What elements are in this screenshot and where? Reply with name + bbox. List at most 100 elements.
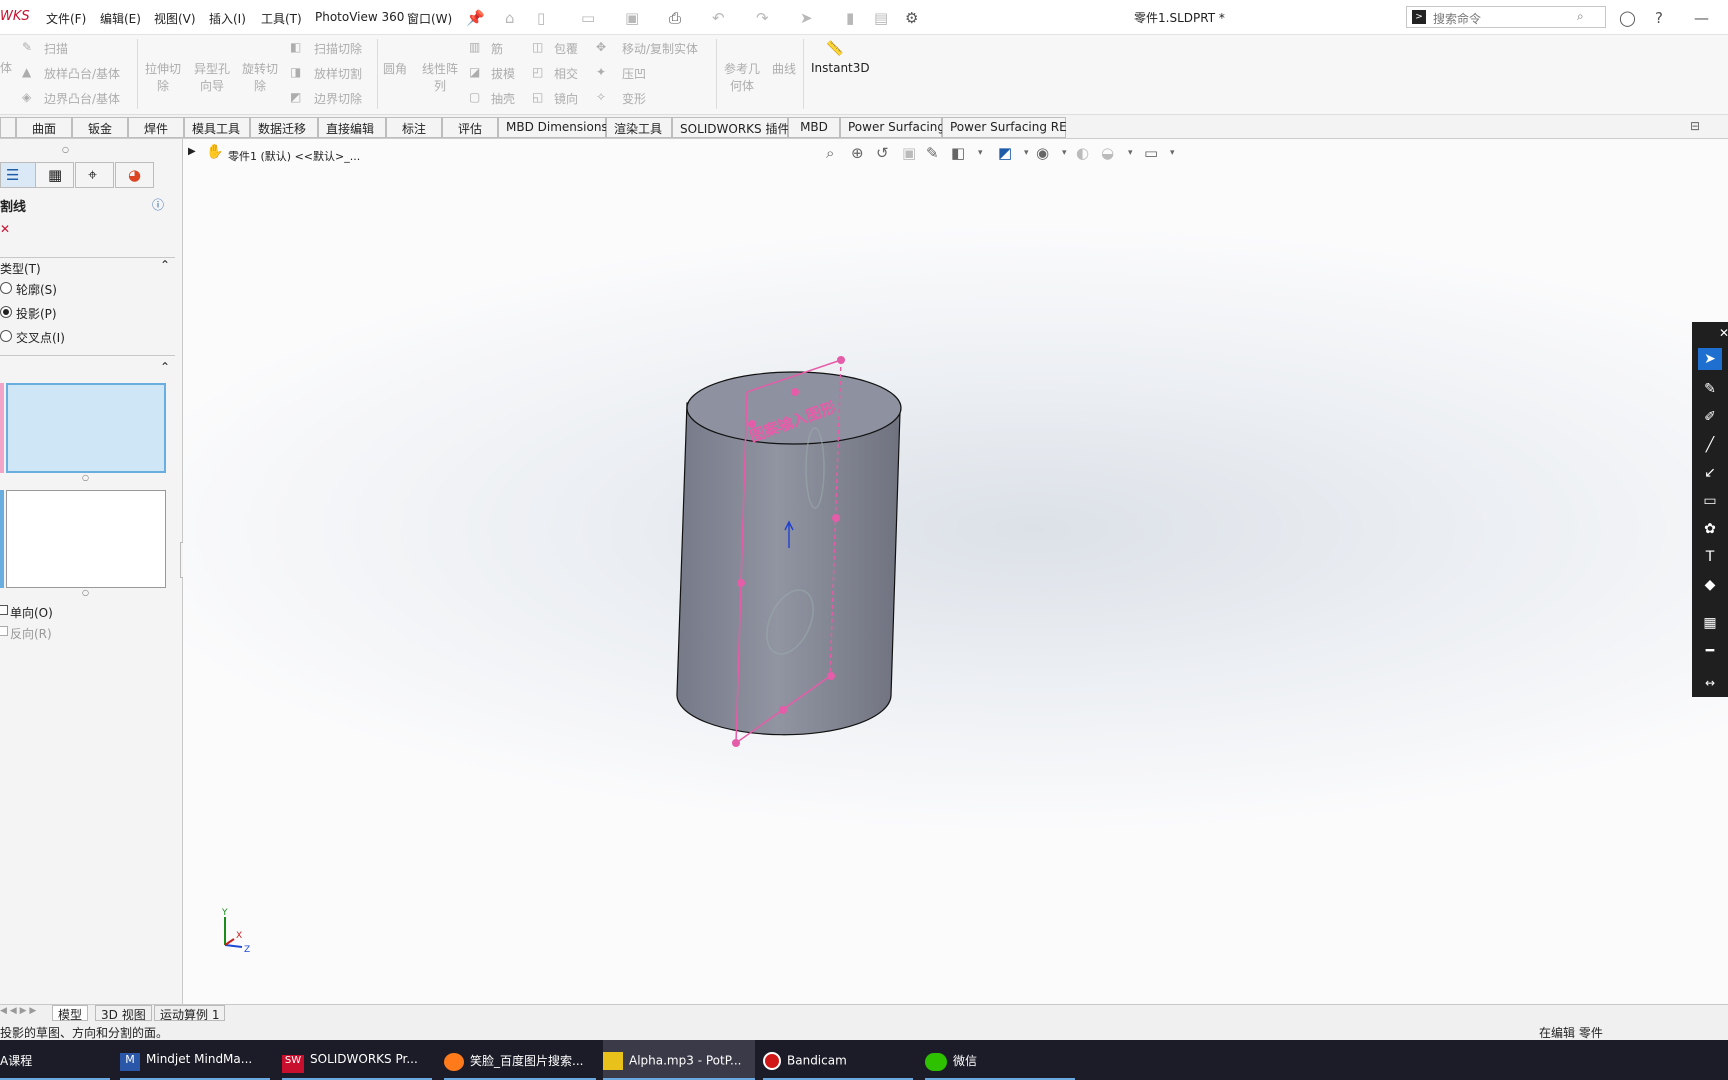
cancel-icon[interactable]: ✕ [0,222,10,236]
arrow-line-icon[interactable]: ↙ [1698,462,1722,484]
home-icon[interactable]: ⌂ [505,9,515,27]
tab-display-manager[interactable]: ◕ [115,162,154,188]
sketch-point[interactable] [837,356,845,364]
splitter-handle[interactable]: ○ [62,145,69,154]
print-icon[interactable]: ⎙ [669,9,681,27]
expand-tree-icon[interactable]: ▶ [188,146,196,157]
sketch-point[interactable] [737,579,745,587]
pen-icon[interactable]: ✎ [1698,378,1722,400]
linear-pattern-button[interactable]: 线性阵列 [419,60,461,94]
file-properties-icon[interactable]: ▤ [874,9,888,27]
collapse-chevron-icon[interactable]: ⌃ [160,360,170,374]
menu-file[interactable]: 文件(F) [46,10,86,27]
curves-button[interactable]: 曲线 [772,60,796,77]
save-icon[interactable]: ▣ [625,9,639,27]
tab-sheet-metal[interactable]: 钣金 [72,117,128,138]
sweep-icon[interactable]: ✎ [22,40,32,54]
section-view-icon[interactable]: ▣ [902,144,916,162]
dynamic-annotation-icon[interactable]: ✎ [926,144,939,162]
apply-scene-icon[interactable]: ◒ [1101,144,1114,162]
close-icon[interactable]: ✕ [1712,322,1728,344]
select-icon[interactable]: ➤ [800,9,813,27]
graphics-viewport[interactable] [183,139,1728,1006]
rib-icon[interactable]: ▥ [469,40,480,54]
tab-evaluate[interactable]: 评估 [442,117,498,138]
sketch-point[interactable] [779,706,787,714]
feature-tree-breadcrumb[interactable]: 零件1 (默认) <<默认>_... [228,148,360,164]
sketch-point[interactable] [732,739,740,747]
dropdown-chevron-icon[interactable]: ▾ [1062,148,1067,158]
boundary-icon[interactable]: ◈ [22,90,31,104]
instant3d-button[interactable]: Instant3D [811,61,870,75]
dropdown-chevron-icon[interactable]: ▾ [978,148,983,158]
revolved-cut-button[interactable]: 旋转切除 [241,60,279,94]
loft-icon[interactable]: ▲ [22,65,31,79]
draft-icon[interactable]: ◪ [469,65,480,79]
tab-markup[interactable]: 标注 [386,117,442,138]
taskbar-item-wechat[interactable]: 微信 [925,1040,1075,1080]
eraser-icon[interactable]: ◆ [1698,574,1722,596]
mirror-icon[interactable]: ◱ [532,90,543,104]
tab-power-surfacing-re[interactable]: Power Surfacing RE [942,117,1067,138]
view-orientation-icon[interactable]: ◧ [951,144,965,162]
options-gear-icon[interactable]: ⚙ [905,9,918,27]
move-copy-icon[interactable]: ✥ [596,40,606,54]
menu-photoview[interactable]: PhotoView 360 [315,10,404,24]
boundary-cut-button[interactable]: 边界切除 [314,90,362,107]
sweep-button[interactable]: 扫描 [44,40,68,57]
zoom-area-icon[interactable]: ⊕ [851,144,864,162]
pin-icon[interactable]: 📌 [466,9,485,27]
menu-view[interactable]: 视图(V) [154,10,196,27]
tab-mold-tools[interactable]: 模具工具 [184,117,250,138]
move-copy-body-button[interactable]: 移动/复制实体 [622,40,698,57]
view-settings-monitor-icon[interactable]: ▭ [1144,144,1158,162]
edit-appearance-icon[interactable]: ◐ [1076,144,1089,162]
tab-model[interactable]: 模型 [52,1005,89,1022]
resize-handle[interactable]: ○ [82,473,89,482]
user-account-icon[interactable]: ◯ [1619,9,1636,27]
radio-contour[interactable] [0,282,12,294]
boundary-cut-icon[interactable]: ◩ [290,90,301,104]
background-toggle-icon[interactable]: ▦ [1698,612,1722,634]
rib-button[interactable]: 筋 [491,40,503,57]
cylinder-model[interactable]: 图案输入图形 [660,350,920,750]
reference-geometry-button[interactable]: 参考几何体 [722,60,762,94]
sketch-point[interactable] [791,388,799,396]
wrap-button[interactable]: 包覆 [554,40,578,57]
search-input[interactable]: 搜索命令 [1433,10,1481,27]
display-style-icon[interactable]: ◩ [998,144,1012,162]
tab-mbd-dimensions[interactable]: MBD Dimensions [498,117,608,138]
radio-intersection[interactable] [0,330,12,342]
shapes-icon[interactable]: ✿ [1698,518,1722,540]
tab-scroll-arrows[interactable]: ◀ ◀ ▶ ▶ [0,1006,36,1016]
sketch-point[interactable] [827,672,835,680]
tab-data-migration[interactable]: 数据迁移 [250,117,318,138]
taskbar-item-mindjet[interactable]: M Mindjet MindMa... [120,1040,270,1080]
line-icon[interactable]: ╱ [1698,434,1722,456]
intersect-icon[interactable]: ◰ [532,65,543,79]
new-file-icon[interactable]: ▯ [537,9,545,27]
shell-button[interactable]: 抽壳 [491,90,515,107]
hide-show-items-icon[interactable]: ◉ [1036,144,1049,162]
highlighter-icon[interactable]: ✐ [1698,406,1722,428]
collapse-chevron-icon[interactable]: ⌃ [160,258,170,272]
extruded-cut-button[interactable]: 拉伸切除 [144,60,182,94]
sketch-point[interactable] [832,514,840,522]
taskbar-item-bandicam[interactable]: Bandicam [763,1040,913,1080]
taskbar-item-course[interactable]: A课程 [0,1040,110,1080]
search-icon[interactable]: ⌕ [1577,9,1584,24]
taskbar-item-firefox[interactable]: 笑脸_百度图片搜索... [444,1040,596,1080]
rectangle-icon[interactable]: ▭ [1698,490,1722,512]
text-icon[interactable]: T [1698,546,1722,568]
search-box[interactable]: > 搜索命令 ⌕ [1406,6,1606,28]
mirror-button[interactable]: 镜向 [554,90,578,107]
swept-cut-button[interactable]: 扫描切除 [314,40,362,57]
select-arrow-icon[interactable]: ➤ [1698,348,1722,370]
collapse-panel-icon[interactable]: ⊟ [1690,119,1700,133]
checkbox-single-direction[interactable] [0,605,8,615]
wrap-icon[interactable]: ◫ [532,40,543,54]
loft-button[interactable]: 放样凸台/基体 [44,65,120,82]
radio-projection[interactable] [0,306,12,318]
tab-render-tools[interactable]: 渲染工具 [606,117,672,138]
tab-feature-tree[interactable]: ☰ [0,162,39,188]
